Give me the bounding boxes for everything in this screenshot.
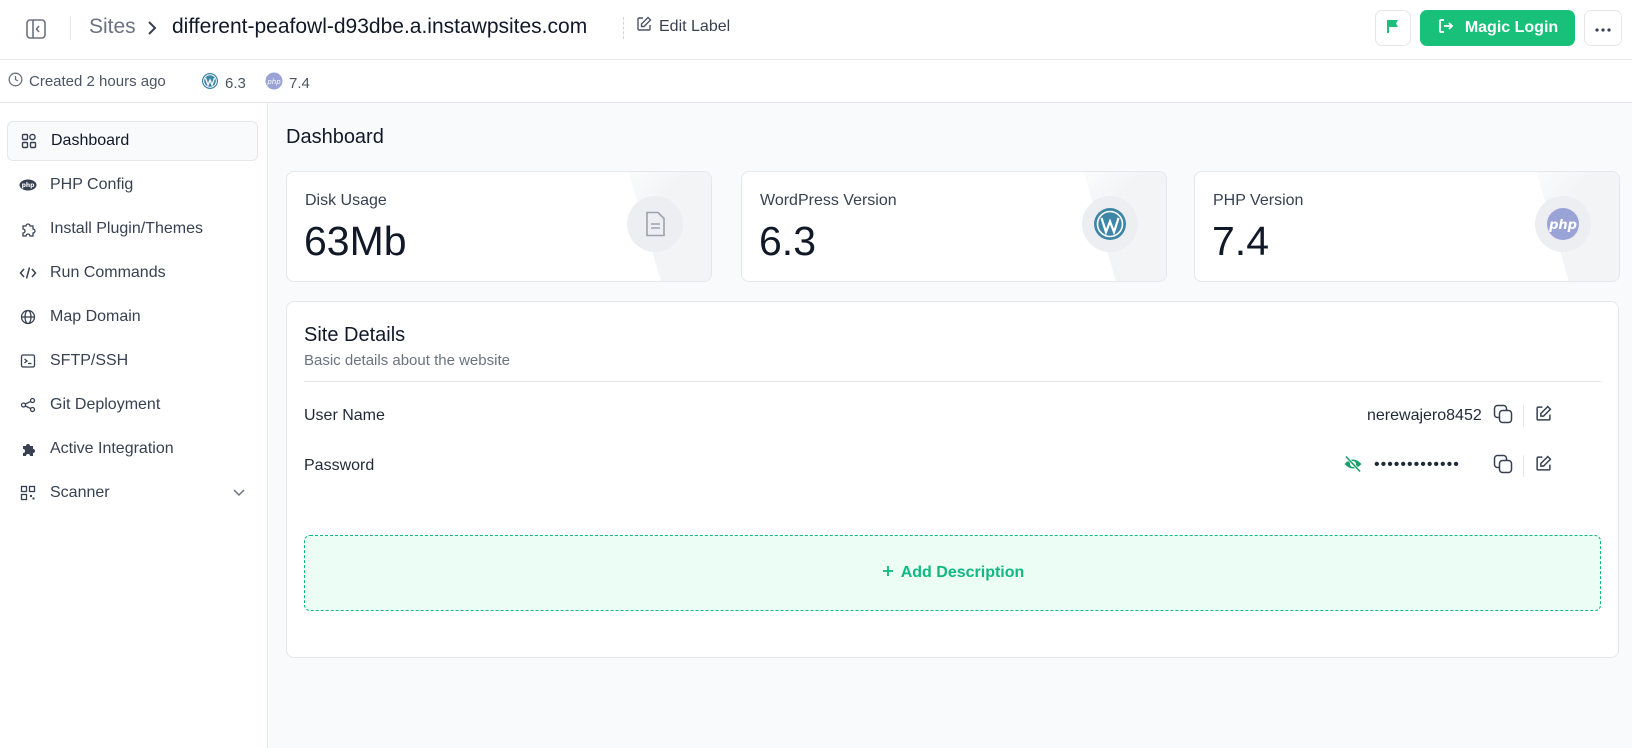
sidebar-toggle-icon[interactable] <box>24 17 48 41</box>
chevron-down-icon <box>232 485 246 504</box>
sidebar-item-run-commands[interactable]: Run Commands <box>7 253 258 293</box>
wordpress-icon <box>201 72 219 94</box>
site-name: different-peafowl-d93dbe.a.instawpsites.… <box>172 15 588 38</box>
php-version-card: PHP Version 7.4 php <box>1194 171 1620 282</box>
code-icon <box>19 264 37 282</box>
edit-password-button[interactable] <box>1531 454 1555 478</box>
wordpress-version-card: WordPress Version 6.3 <box>741 171 1167 282</box>
edit-icon <box>636 16 652 37</box>
sidebar-item-label: Install Plugin/Themes <box>50 220 203 237</box>
wordpress-icon <box>1082 196 1138 252</box>
sidebar-item-sftp-ssh[interactable]: SFTP/SSH <box>7 341 258 381</box>
wp-version-text: 6.3 <box>225 74 246 92</box>
action-divider <box>1523 405 1524 427</box>
sidebar-item-label: Map Domain <box>50 308 141 325</box>
terminal-icon <box>19 352 37 370</box>
svg-text:php: php <box>266 78 281 86</box>
sidebar-item-label: SFTP/SSH <box>50 352 129 369</box>
grid-icon <box>20 132 38 150</box>
username-value: nerewajero8452 <box>1367 407 1482 424</box>
stat-value: 7.4 <box>1212 218 1269 264</box>
sidebar-item-dashboard[interactable]: Dashboard <box>7 121 258 161</box>
edit-label-text: Edit Label <box>659 17 731 35</box>
sidebar-item-php-config[interactable]: php PHP Config <box>7 165 258 205</box>
stat-label: WordPress Version <box>760 192 897 209</box>
toggle-password-visibility-button[interactable] <box>1341 454 1365 478</box>
disk-usage-card: Disk Usage 63Mb <box>286 171 712 282</box>
edit-label-button[interactable]: Edit Label <box>636 16 730 37</box>
details-subtitle: Basic details about the website <box>304 352 510 369</box>
magic-login-label: Magic Login <box>1464 19 1559 36</box>
qr-icon <box>19 484 37 502</box>
flag-icon <box>1385 18 1401 39</box>
site-meta-bar: Created 2 hours ago 6.3 php 7.4 <box>0 61 1632 103</box>
stat-label: PHP Version <box>1213 192 1304 209</box>
puzzle-solid-icon <box>19 440 37 458</box>
top-header: Sites different-peafowl-d93dbe.a.instawp… <box>0 0 1632 60</box>
password-label: Password <box>304 457 375 474</box>
share-icon <box>19 396 37 414</box>
globe-icon <box>19 308 37 326</box>
login-icon <box>1437 17 1455 40</box>
header-divider <box>70 16 71 40</box>
details-title: Site Details <box>304 324 406 346</box>
copy-password-button[interactable] <box>1491 454 1515 478</box>
magic-login-button[interactable]: Magic Login <box>1420 10 1575 46</box>
page-title: Dashboard <box>286 126 384 148</box>
sidebar-item-active-integration[interactable]: Active Integration <box>7 429 258 469</box>
wp-version-meta: 6.3 <box>201 72 246 94</box>
plus-icon <box>881 564 895 583</box>
stat-label: Disk Usage <box>305 192 387 209</box>
php-version-text: 7.4 <box>289 74 310 92</box>
breadcrumb-sites[interactable]: Sites <box>89 15 136 39</box>
puzzle-icon <box>19 220 37 238</box>
site-details-card: Site Details Basic details about the web… <box>286 301 1619 658</box>
eye-off-icon <box>1343 454 1363 478</box>
username-label: User Name <box>304 407 385 424</box>
created-text: Created 2 hours ago <box>29 73 166 90</box>
sidebar-item-label: Run Commands <box>50 264 166 281</box>
edit-username-button[interactable] <box>1531 404 1555 428</box>
sidebar-item-label: Scanner <box>50 484 110 501</box>
edit-icon <box>1535 455 1552 477</box>
main-content: Dashboard Disk Usage 63Mb WordPress Vers… <box>269 103 1632 748</box>
stat-value: 63Mb <box>304 218 407 264</box>
more-options-button[interactable] <box>1584 10 1622 46</box>
action-divider <box>1523 455 1524 477</box>
copy-icon <box>1493 404 1513 429</box>
ellipsis-icon <box>1595 19 1611 37</box>
sidebar-item-install-plugins[interactable]: Install Plugin/Themes <box>7 209 258 249</box>
svg-text:php: php <box>1548 218 1577 233</box>
copy-icon <box>1493 454 1513 479</box>
breadcrumb-chevron-icon <box>145 19 159 42</box>
document-icon <box>627 196 683 252</box>
flag-button[interactable] <box>1375 10 1411 46</box>
sidebar-item-label: Dashboard <box>51 132 130 149</box>
php-icon: php <box>265 72 283 94</box>
sidebar-item-label: Git Deployment <box>50 396 161 413</box>
add-description-label: Add Description <box>900 564 1025 581</box>
copy-username-button[interactable] <box>1491 404 1515 428</box>
edit-icon <box>1535 405 1552 427</box>
sidebar-item-label: PHP Config <box>50 176 134 193</box>
password-value: ••••••••••••• <box>1374 456 1460 473</box>
sidebar-item-scanner[interactable]: Scanner <box>7 473 258 513</box>
sidebar-item-label: Active Integration <box>50 440 174 457</box>
details-divider <box>304 381 1601 382</box>
stat-value: 6.3 <box>759 218 816 264</box>
add-description-button[interactable]: Add Description <box>304 535 1601 611</box>
svg-text:php: php <box>22 182 36 189</box>
sidebar-item-map-domain[interactable]: Map Domain <box>7 297 258 337</box>
sidebar-item-git-deployment[interactable]: Git Deployment <box>7 385 258 425</box>
clock-icon <box>8 72 23 91</box>
sidebar: Dashboard php PHP Config Install Plugin/… <box>0 103 268 748</box>
created-meta: Created 2 hours ago <box>8 72 166 91</box>
php-version-meta: php 7.4 <box>265 72 310 94</box>
php-icon: php <box>19 176 37 194</box>
header-dashed-divider <box>623 17 624 39</box>
php-icon: php <box>1535 196 1591 252</box>
